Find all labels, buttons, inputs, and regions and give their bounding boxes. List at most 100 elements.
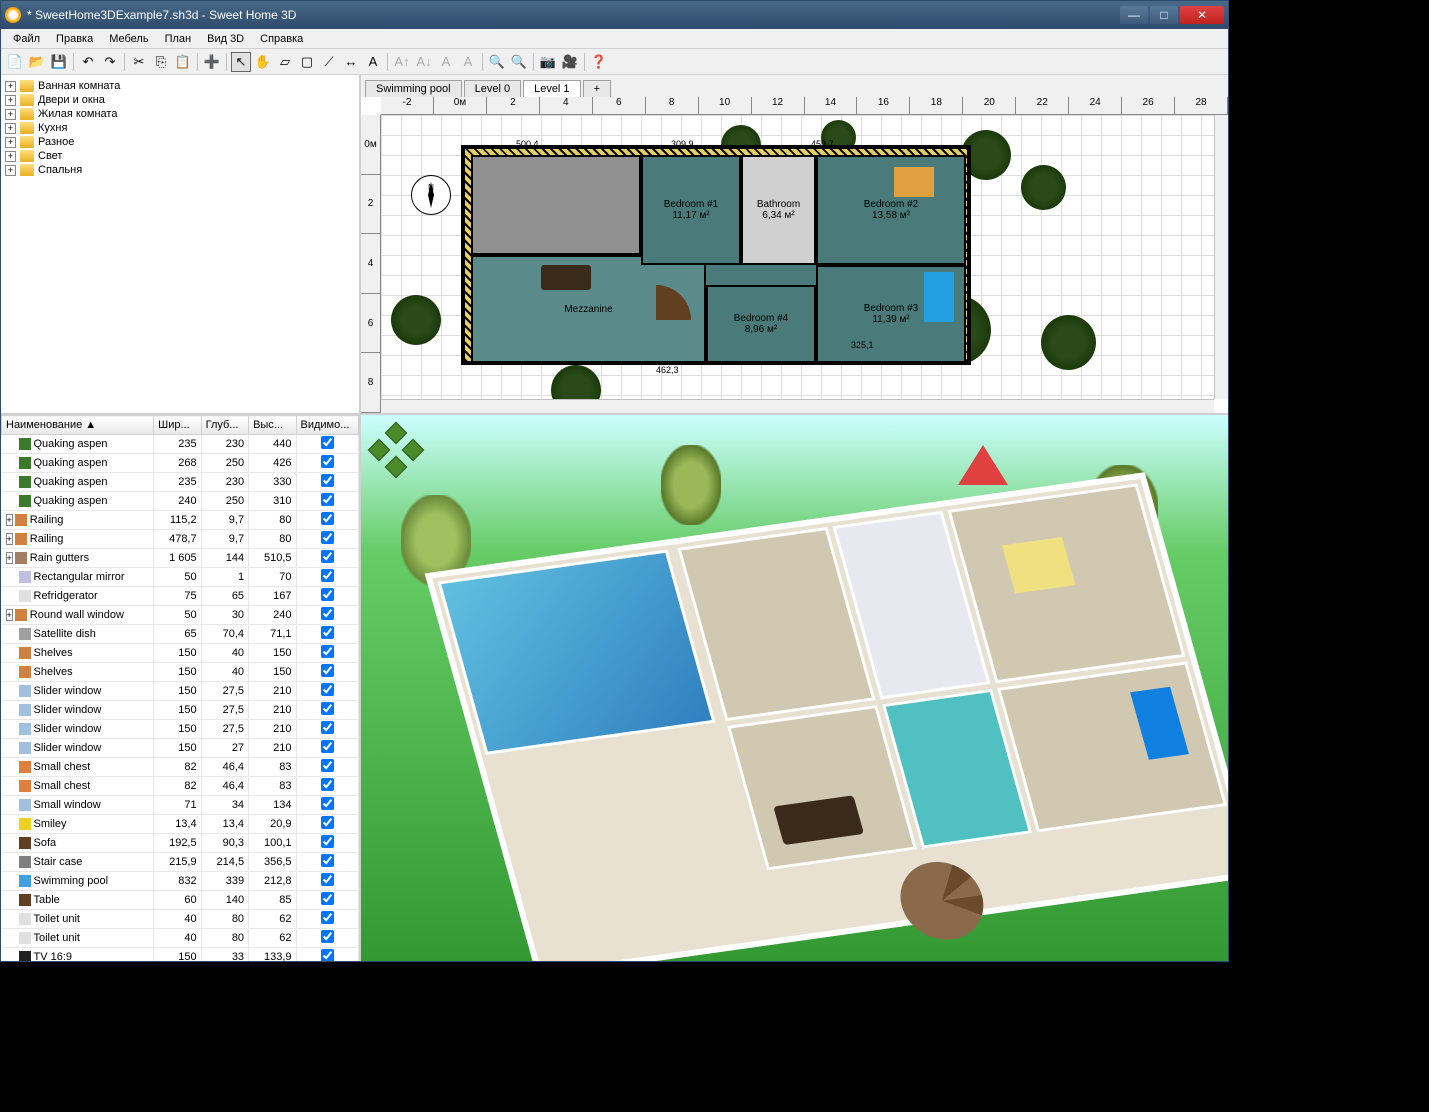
- table-row[interactable]: Stair case215,9214,5356,5: [2, 853, 359, 872]
- visible-checkbox[interactable]: [321, 911, 334, 924]
- visible-checkbox[interactable]: [321, 835, 334, 848]
- dimension-tool[interactable]: ↔: [341, 52, 361, 72]
- column-header[interactable]: Глуб...: [201, 416, 248, 435]
- table-row[interactable]: Quaking aspen235230330: [2, 473, 359, 492]
- expand-icon[interactable]: +: [5, 109, 16, 120]
- nav-right-icon[interactable]: [402, 439, 425, 462]
- visible-checkbox[interactable]: [321, 436, 334, 449]
- pan-tool[interactable]: ✋: [253, 52, 273, 72]
- bed-icon[interactable]: [924, 272, 954, 322]
- tree-icon[interactable]: [391, 295, 441, 345]
- visible-checkbox[interactable]: [321, 759, 334, 772]
- tree-icon[interactable]: [1021, 165, 1066, 210]
- add-furniture-button[interactable]: ➕: [202, 52, 222, 72]
- paste-button[interactable]: 📋: [173, 52, 193, 72]
- sofa-icon[interactable]: [541, 265, 591, 290]
- catalog-item[interactable]: +Кухня: [5, 121, 355, 135]
- catalog-item[interactable]: +Спальня: [5, 163, 355, 177]
- maximize-button[interactable]: □: [1150, 6, 1178, 24]
- wall-tool[interactable]: ▱: [275, 52, 295, 72]
- visible-checkbox[interactable]: [321, 930, 334, 943]
- visible-checkbox[interactable]: [321, 626, 334, 639]
- expand-icon[interactable]: +: [5, 137, 16, 148]
- expand-icon[interactable]: +: [5, 165, 16, 176]
- copy-button[interactable]: ⎘: [151, 52, 171, 72]
- video-button[interactable]: 🎥: [560, 52, 580, 72]
- nav-down-icon[interactable]: [385, 456, 408, 479]
- table-row[interactable]: Quaking aspen235230440: [2, 435, 359, 454]
- table-row[interactable]: Small chest8246,483: [2, 758, 359, 777]
- visible-checkbox[interactable]: [321, 531, 334, 544]
- visible-checkbox[interactable]: [321, 493, 334, 506]
- catalog-item[interactable]: +Жилая комната: [5, 107, 355, 121]
- table-row[interactable]: Shelves15040150: [2, 663, 359, 682]
- visible-checkbox[interactable]: [321, 569, 334, 582]
- menu-мебель[interactable]: Мебель: [101, 31, 156, 47]
- zoom-out-button[interactable]: 🔍: [509, 52, 529, 72]
- visible-checkbox[interactable]: [321, 474, 334, 487]
- visible-checkbox[interactable]: [321, 797, 334, 810]
- table-row[interactable]: Toilet unit408062: [2, 910, 359, 929]
- new-button[interactable]: 📄: [5, 52, 25, 72]
- room-bedroom1[interactable]: Bedroom #1 11,17 м²: [641, 155, 741, 265]
- room-bedroom4[interactable]: Bedroom #4 8,96 м²: [706, 285, 816, 363]
- visible-checkbox[interactable]: [321, 607, 334, 620]
- nav-3d-control[interactable]: [371, 425, 421, 475]
- column-header[interactable]: Наименование ▲: [2, 416, 154, 435]
- visible-checkbox[interactable]: [321, 702, 334, 715]
- table-row[interactable]: +Railing115,29,780: [2, 511, 359, 530]
- room-roof[interactable]: [471, 155, 641, 255]
- table-row[interactable]: TV 16:915033133,9: [2, 948, 359, 962]
- level-tab[interactable]: Swimming pool: [365, 80, 462, 97]
- visible-checkbox[interactable]: [321, 721, 334, 734]
- visible-checkbox[interactable]: [321, 645, 334, 658]
- column-header[interactable]: Видимо...: [296, 416, 358, 435]
- table-row[interactable]: Toilet unit408062: [2, 929, 359, 948]
- redo-button[interactable]: ↷: [100, 52, 120, 72]
- level-tab[interactable]: Level 0: [464, 80, 521, 97]
- visible-checkbox[interactable]: [321, 588, 334, 601]
- table-row[interactable]: Slider window15027,5210: [2, 682, 359, 701]
- column-header[interactable]: Выс...: [249, 416, 296, 435]
- house-3d[interactable]: [425, 472, 1228, 961]
- visible-checkbox[interactable]: [321, 455, 334, 468]
- visible-checkbox[interactable]: [321, 664, 334, 677]
- expand-icon[interactable]: +: [5, 151, 16, 162]
- room-bedroom2[interactable]: Bedroom #2 13,58 м²: [816, 155, 966, 265]
- scrollbar-vertical[interactable]: [1214, 115, 1228, 399]
- level-tab[interactable]: Level 1: [523, 80, 580, 97]
- undo-button[interactable]: ↶: [78, 52, 98, 72]
- titlebar[interactable]: * SweetHome3DExample7.sh3d - Sweet Home …: [1, 1, 1228, 29]
- visible-checkbox[interactable]: [321, 816, 334, 829]
- visible-checkbox[interactable]: [321, 854, 334, 867]
- text-dec-button[interactable]: A↓: [414, 52, 434, 72]
- catalog-item[interactable]: +Разное: [5, 135, 355, 149]
- polyline-tool[interactable]: ⟋: [319, 52, 339, 72]
- save-button[interactable]: 💾: [49, 52, 69, 72]
- zoom-in-button[interactable]: 🔍: [487, 52, 507, 72]
- table-row[interactable]: Small chest8246,483: [2, 777, 359, 796]
- nav-left-icon[interactable]: [368, 439, 391, 462]
- minimize-button[interactable]: —: [1120, 6, 1148, 24]
- plan-grid[interactable]: N 500,4 309,9 459,7: [381, 115, 1228, 399]
- room-tool[interactable]: ▢: [297, 52, 317, 72]
- room-bedroom3[interactable]: Bedroom #3 11,39 м²: [816, 265, 966, 363]
- table-row[interactable]: +Railing478,79,780: [2, 530, 359, 549]
- table-row[interactable]: +Round wall window5030240: [2, 606, 359, 625]
- expand-icon[interactable]: +: [5, 123, 16, 134]
- table-row[interactable]: Shelves15040150: [2, 644, 359, 663]
- tree-icon[interactable]: [1041, 315, 1096, 370]
- table-row[interactable]: Table6014085: [2, 891, 359, 910]
- text-inc-button[interactable]: A↑: [392, 52, 412, 72]
- help-button[interactable]: ❓: [589, 52, 609, 72]
- bold-button[interactable]: A: [436, 52, 456, 72]
- visible-checkbox[interactable]: [321, 949, 334, 961]
- plan-canvas[interactable]: -20м246810121416182022242628 0м2468 N: [361, 97, 1228, 413]
- italic-button[interactable]: A: [458, 52, 478, 72]
- close-button[interactable]: ✕: [1180, 6, 1224, 24]
- menu-план[interactable]: План: [157, 31, 200, 47]
- menu-справка[interactable]: Справка: [252, 31, 311, 47]
- catalog-tree[interactable]: +Ванная комната+Двери и окна+Жилая комна…: [1, 75, 359, 415]
- staircase-icon[interactable]: [621, 285, 691, 355]
- visible-checkbox[interactable]: [321, 740, 334, 753]
